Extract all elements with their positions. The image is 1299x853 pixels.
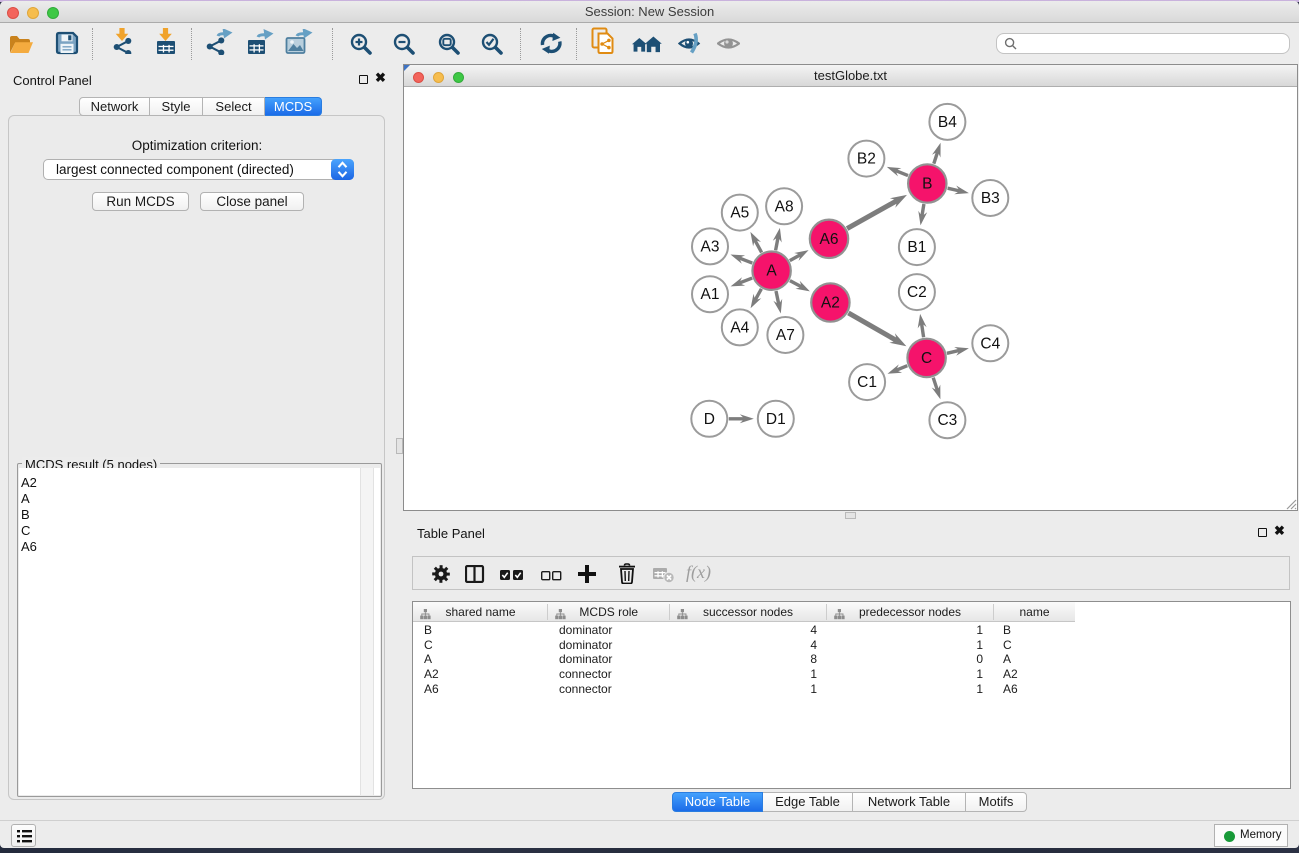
svg-text:A4: A4 <box>730 319 749 336</box>
svg-text:D: D <box>704 411 715 428</box>
svg-text:A3: A3 <box>701 238 720 255</box>
svg-text:A: A <box>766 263 777 280</box>
svg-text:A8: A8 <box>775 198 794 215</box>
svg-text:A7: A7 <box>776 327 795 344</box>
svg-text:B2: B2 <box>857 151 876 168</box>
svg-text:B: B <box>922 176 932 193</box>
svg-text:C: C <box>921 350 932 367</box>
svg-text:A2: A2 <box>821 295 840 312</box>
svg-text:B1: B1 <box>907 239 926 256</box>
svg-text:B4: B4 <box>938 114 957 131</box>
svg-text:C1: C1 <box>857 374 877 391</box>
svg-text:D1: D1 <box>766 411 786 428</box>
svg-text:C4: C4 <box>980 335 1000 352</box>
svg-text:B3: B3 <box>981 190 1000 207</box>
svg-text:C3: C3 <box>937 412 957 429</box>
svg-text:A6: A6 <box>820 231 839 248</box>
svg-text:A5: A5 <box>730 205 749 222</box>
svg-text:A1: A1 <box>701 286 720 303</box>
svg-text:C2: C2 <box>907 284 927 301</box>
